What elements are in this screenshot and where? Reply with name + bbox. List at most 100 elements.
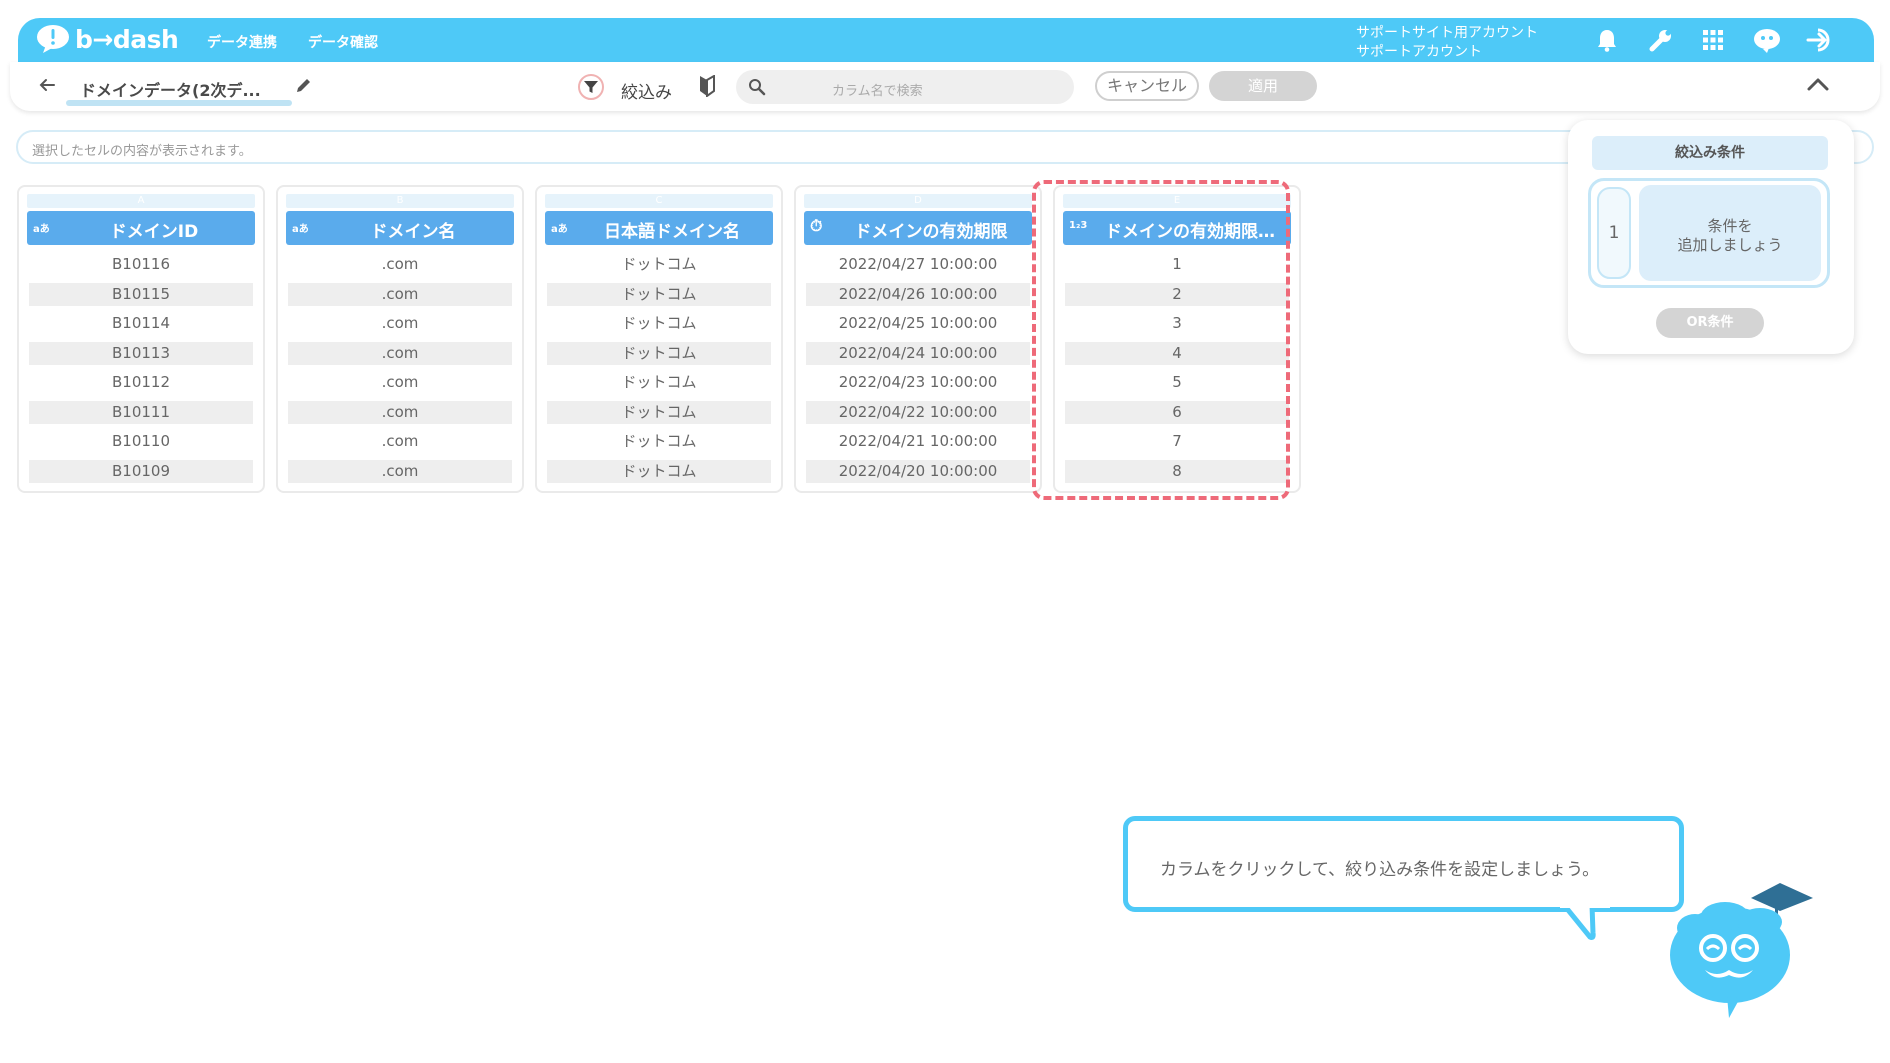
table-cell[interactable]: ドットコム bbox=[547, 459, 771, 483]
back-arrow-icon[interactable] bbox=[38, 76, 56, 94]
chevron-up-icon[interactable] bbox=[1806, 76, 1830, 92]
table-column: E 1₂3 ドメインの有効期限… 1 2 3 4 5 6 7 8 bbox=[1053, 185, 1301, 493]
table-cell[interactable]: .com bbox=[288, 312, 512, 335]
table-cell[interactable]: ドットコム bbox=[547, 282, 771, 306]
cancel-button[interactable]: キャンセル bbox=[1095, 71, 1199, 101]
wrench-icon[interactable] bbox=[1646, 26, 1676, 54]
table-column: Baあ ドメイン名 .com .com .com .com .com .com .com .com bbox=[276, 185, 524, 493]
add-condition-line2: 追加しましょう bbox=[1677, 236, 1783, 254]
table-cell[interactable]: 2022/04/23 10:00:00 bbox=[806, 371, 1030, 394]
account-info[interactable]: サポートサイト用アカウント サポートアカウント bbox=[1356, 24, 1538, 62]
table-cell[interactable]: 2022/04/25 10:00:00 bbox=[806, 312, 1030, 335]
table-cell[interactable]: .com bbox=[288, 341, 512, 365]
table-cell[interactable]: .com bbox=[288, 400, 512, 424]
column-header[interactable]: aあ ドメインID bbox=[27, 211, 255, 245]
bell-icon[interactable] bbox=[1592, 26, 1622, 54]
column-letter: A bbox=[27, 194, 255, 208]
nav-data-integration[interactable]: データ連携 bbox=[207, 32, 277, 52]
account-name: サポートサイト用アカウント bbox=[1356, 25, 1538, 41]
table-column: Caあ 日本語ドメイン名 ドットコム ドットコム ドットコム ドットコム ドットコム ドットコ… bbox=[535, 185, 783, 493]
table-cell[interactable]: 5 bbox=[1065, 371, 1289, 394]
guide-message: カラムをクリックして、絞り込み条件を設定しましょう。 bbox=[1160, 860, 1600, 880]
condition-number: 1 bbox=[1597, 187, 1631, 279]
apply-button[interactable]: 適用 bbox=[1209, 71, 1317, 101]
column-type-icon: ⏱ bbox=[810, 216, 823, 235]
column-name: 日本語ドメイン名 bbox=[604, 222, 740, 242]
table-cell[interactable]: ドットコム bbox=[547, 371, 771, 394]
table-cell[interactable]: .com bbox=[288, 282, 512, 306]
filter-condition-panel: 絞込み条件 1 条件を 追加しましょう OR条件 bbox=[1568, 120, 1854, 354]
table-cell[interactable]: 2022/04/20 10:00:00 bbox=[806, 459, 1030, 483]
column-rows: .com .com .com .com .com .com .com .com bbox=[288, 253, 512, 483]
table-cell[interactable]: 2 bbox=[1065, 282, 1289, 306]
pencil-icon[interactable] bbox=[294, 77, 312, 95]
table-cell[interactable]: .com bbox=[288, 371, 512, 394]
logout-icon[interactable] bbox=[1806, 26, 1836, 54]
column-header[interactable]: aあ 日本語ドメイン名 bbox=[545, 211, 773, 245]
table-cell[interactable]: 2022/04/24 10:00:00 bbox=[806, 341, 1030, 365]
dataset-toolbar: ドメインデータ(2次デ... 絞込み カラム名で検索 キャンセル 適用 bbox=[10, 62, 1880, 111]
table-cell[interactable]: B10113 bbox=[29, 341, 253, 365]
table-cell[interactable]: 4 bbox=[1065, 341, 1289, 365]
table-cell[interactable]: ドットコム bbox=[547, 400, 771, 424]
column-name: ドメインの有効期限… bbox=[1105, 222, 1275, 242]
column-type-icon: 1₂3 bbox=[1069, 220, 1088, 231]
table-cell[interactable]: B10116 bbox=[29, 253, 253, 276]
dataset-title[interactable]: ドメインデータ(2次デ... bbox=[80, 77, 261, 101]
table-cell[interactable]: B10110 bbox=[29, 430, 253, 453]
column-letter: E bbox=[1063, 194, 1291, 208]
mascot-chat-icon[interactable] bbox=[1752, 26, 1782, 54]
guide-speech-bubble: カラムをクリックして、絞り込み条件を設定しましょう。 bbox=[1123, 816, 1684, 912]
apps-grid-icon[interactable] bbox=[1698, 26, 1728, 54]
search-icon bbox=[749, 79, 766, 96]
table-cell[interactable]: 1 bbox=[1065, 253, 1289, 276]
column-name: ドメインID bbox=[109, 222, 199, 242]
column-header[interactable]: 1₂3 ドメインの有効期限… bbox=[1063, 211, 1291, 245]
table-cell[interactable]: ドットコム bbox=[547, 312, 771, 335]
table-cell[interactable]: 2022/04/21 10:00:00 bbox=[806, 430, 1030, 453]
logo[interactable]: b→dash bbox=[36, 24, 179, 54]
column-header[interactable]: ⏱ ドメインの有効期限 bbox=[804, 211, 1032, 245]
column-letter: B bbox=[286, 194, 514, 208]
table-cell[interactable]: 2022/04/26 10:00:00 bbox=[806, 282, 1030, 306]
logo-bubble-icon bbox=[37, 25, 69, 53]
filter-panel-title: 絞込み条件 bbox=[1592, 136, 1828, 170]
table-cell[interactable]: ドットコム bbox=[547, 430, 771, 453]
add-condition-line1: 条件を bbox=[1707, 217, 1753, 235]
nav-data-check[interactable]: データ確認 bbox=[308, 32, 378, 52]
condition-group: 1 条件を 追加しましょう bbox=[1588, 178, 1830, 288]
table-cell[interactable]: B10114 bbox=[29, 312, 253, 335]
or-condition-button[interactable]: OR条件 bbox=[1656, 308, 1764, 338]
funnel-icon bbox=[584, 81, 598, 93]
cell-content-placeholder: 選択したセルの内容が表示されます。 bbox=[32, 144, 252, 159]
speech-bubble-tail bbox=[1560, 905, 1610, 940]
add-condition-dropzone[interactable]: 条件を 追加しましょう bbox=[1639, 185, 1821, 281]
table-cell[interactable]: .com bbox=[288, 430, 512, 453]
top-bar: b→dash データ連携 データ確認 サポートサイト用アカウント サポートアカウ… bbox=[18, 18, 1874, 62]
table-cell[interactable]: 6 bbox=[1065, 400, 1289, 424]
table-cell[interactable]: B10111 bbox=[29, 400, 253, 424]
account-user: サポートアカウント bbox=[1356, 44, 1482, 60]
column-search-input[interactable]: カラム名で検索 bbox=[736, 70, 1074, 104]
table-cell[interactable]: B10112 bbox=[29, 371, 253, 394]
table-cell[interactable]: .com bbox=[288, 253, 512, 276]
filter-toggle[interactable] bbox=[578, 74, 604, 100]
table-cell[interactable]: 2022/04/22 10:00:00 bbox=[806, 400, 1030, 424]
table-cell[interactable]: 8 bbox=[1065, 459, 1289, 483]
column-header[interactable]: aあ ドメイン名 bbox=[286, 211, 514, 245]
column-type-icon: aあ bbox=[551, 224, 568, 235]
table-cell[interactable]: ドットコム bbox=[547, 341, 771, 365]
column-letter: C bbox=[545, 194, 773, 208]
table-cell[interactable]: B10109 bbox=[29, 459, 253, 483]
beginner-mark-icon[interactable] bbox=[698, 75, 716, 97]
filter-label: 絞込み bbox=[621, 83, 672, 103]
dataset-title-underline bbox=[66, 100, 292, 106]
table-column: Aaあ ドメインID B10116 B10115 B10114 B10113 B10112 B… bbox=[17, 185, 265, 493]
table-cell[interactable]: 2022/04/27 10:00:00 bbox=[806, 253, 1030, 276]
table-cell[interactable]: .com bbox=[288, 459, 512, 483]
table-cell[interactable]: 3 bbox=[1065, 312, 1289, 335]
table-cell[interactable]: B10115 bbox=[29, 282, 253, 306]
table-cell[interactable]: 7 bbox=[1065, 430, 1289, 453]
table-cell[interactable]: ドットコム bbox=[547, 253, 771, 276]
column-letter: D bbox=[804, 194, 1032, 208]
